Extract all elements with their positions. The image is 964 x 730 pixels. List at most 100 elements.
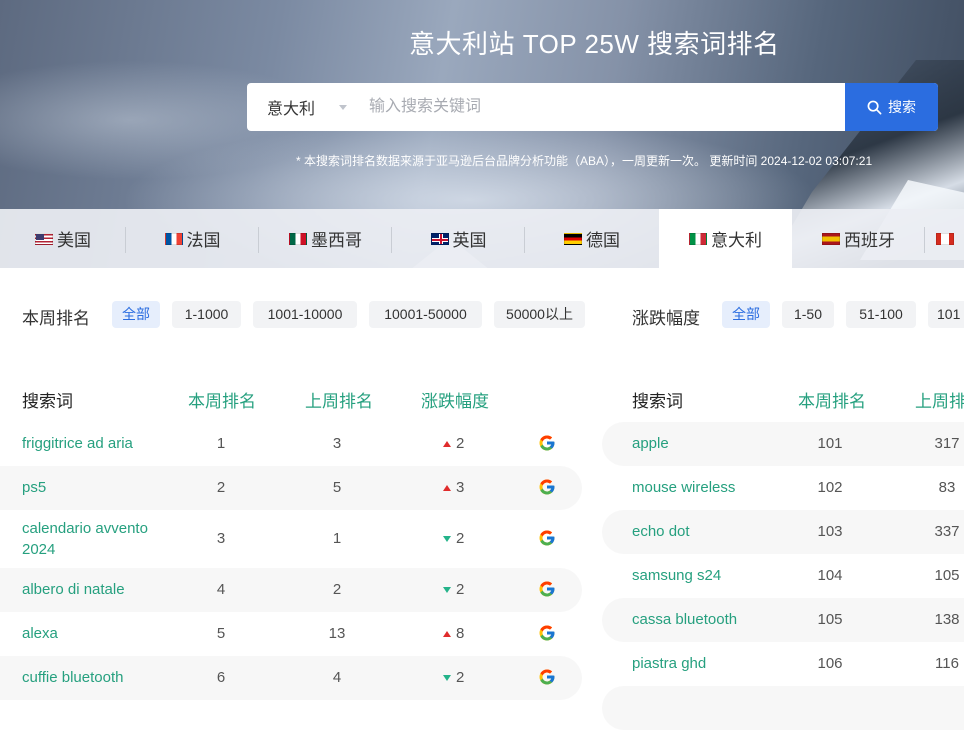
table-row: piastra ghd 106 116 [602,642,964,686]
last-week-rank: 138 [934,611,960,628]
rank-filter-50000-plus[interactable]: 50000以上 [494,301,585,328]
google-icon[interactable] [538,478,556,496]
this-week-rank: 103 [817,523,843,540]
keyword-link[interactable]: friggitrice ad aria [22,435,133,452]
keyword-link[interactable]: ps5 [22,479,46,496]
rank-change: 8 [443,625,464,642]
last-week-rank: 83 [938,479,956,496]
keyword-link[interactable]: cuffie bluetooth [22,669,123,686]
table-header: 搜索词 本周排名 上周排名 [602,374,964,422]
table-row [602,686,964,730]
col-keyword: 搜索词 [632,392,683,411]
last-week-rank: 337 [934,523,960,540]
tab-ca[interactable] [925,209,954,268]
tab-it[interactable]: 意大利 [659,209,792,268]
col-change[interactable]: 涨跌幅度 [421,387,489,412]
us-flag-icon [35,232,53,245]
change-filter-51-100[interactable]: 51-100 [846,301,916,328]
table-row: apple 101 317 [602,422,964,466]
ranking-table-right: 搜索词 本周排名 上周排名 apple 101 317 mouse wirele… [602,374,964,730]
search-input[interactable] [357,83,845,131]
col-this-week[interactable]: 本周排名 [188,387,256,412]
this-week-rank: 5 [216,625,226,642]
rank-filter-all[interactable]: 全部 [112,301,160,328]
tab-label: 美国 [57,231,91,250]
col-last-week[interactable]: 上周排名 [305,387,373,412]
rank-filter-1001-10000[interactable]: 1001-10000 [253,301,357,328]
rank-filter-10001-50000[interactable]: 10001-50000 [369,301,482,328]
change-filter-1-50[interactable]: 1-50 [782,301,834,328]
keyword-link[interactable]: piastra ghd [632,655,706,672]
col-this-week[interactable]: 本周排名 [798,387,866,412]
filter-bar: 本周排名 全部 1-1000 1001-10000 10001-50000 50… [0,300,964,330]
arrow-up-icon [443,484,451,491]
tab-es[interactable]: 西班牙 [792,209,925,268]
last-week-rank: 3 [332,435,342,452]
table-row: friggitrice ad aria 1 3 2 [0,422,582,466]
tab-label: 墨西哥 [311,231,362,250]
google-icon[interactable] [538,529,556,547]
table-header: 搜索词 本周排名 上周排名 涨跌幅度 [0,374,582,422]
this-week-rank: 105 [817,611,843,628]
this-week-rank: 6 [216,669,226,686]
tab-fr[interactable]: 法国 [126,209,259,268]
change-filter-101[interactable]: 101 [928,301,964,328]
tab-label: 法国 [186,231,221,250]
tab-label: 德国 [586,231,620,250]
chevron-down-icon [339,105,347,110]
data-source-note: * 本搜索词排名数据来源于亚马逊后台品牌分析功能（ABA），一周更新一次。 更新… [296,154,873,168]
last-week-rank: 4 [332,669,342,686]
keyword-link[interactable]: echo dot [632,523,690,540]
tab-mx[interactable]: 墨西哥 [259,209,392,268]
this-week-rank: 106 [817,655,843,672]
keyword-link[interactable]: alexa [22,625,58,642]
ca-flag-icon [936,232,954,245]
last-week-rank: 2 [332,581,342,598]
keyword-link[interactable]: samsung s24 [632,567,721,584]
tab-label: 意大利 [711,231,762,250]
col-last-week[interactable]: 上周排名 [915,387,964,412]
tab-de[interactable]: 德国 [525,209,659,268]
table-row: samsung s24 104 105 [602,554,964,598]
keyword-link[interactable]: mouse wireless [632,479,735,496]
table-row: cassa bluetooth 105 138 [602,598,964,642]
table-row: cuffie bluetooth 6 4 2 [0,656,582,700]
arrow-up-icon [443,630,451,637]
keyword-link[interactable]: calendario avvento 2024 [22,518,172,560]
google-icon[interactable] [538,624,556,642]
mx-flag-icon [289,232,307,245]
this-week-rank: 4 [216,581,226,598]
arrow-down-icon [443,674,451,681]
rank-change: 2 [443,530,464,547]
search-bar: 意大利 搜索 [247,83,938,131]
google-icon[interactable] [538,434,556,452]
table-row: echo dot 103 337 [602,510,964,554]
this-week-rank: 2 [216,479,226,496]
rank-change: 2 [443,581,464,598]
google-icon[interactable] [538,668,556,686]
search-button[interactable]: 搜索 [845,83,938,131]
this-week-rank: 1 [216,435,226,452]
keyword-link[interactable]: cassa bluetooth [632,611,737,628]
tab-label: 西班牙 [844,231,895,250]
market-select-value: 意大利 [267,101,316,118]
table-row: ps5 2 5 3 [0,466,582,510]
change-filter-label: 涨跌幅度 [632,309,700,328]
page-title: 意大利站 TOP 25W 搜索词排名 [409,29,780,59]
this-week-rank: 101 [817,435,843,452]
col-keyword: 搜索词 [22,392,73,411]
keyword-link[interactable]: apple [632,435,669,452]
google-icon[interactable] [538,580,556,598]
tab-us[interactable]: 美国 [0,209,126,268]
tab-gb[interactable]: 英国 [392,209,525,268]
rank-filter-1-1000[interactable]: 1-1000 [172,301,241,328]
keyword-link[interactable]: albero di natale [22,581,125,598]
rank-change: 2 [443,669,464,686]
market-select[interactable]: 意大利 [247,83,357,131]
this-week-rank: 3 [216,530,226,547]
last-week-rank: 317 [934,435,960,452]
change-filter-all[interactable]: 全部 [722,301,770,328]
fr-flag-icon [164,232,183,245]
arrow-down-icon [443,535,451,542]
arrow-down-icon [443,586,451,593]
